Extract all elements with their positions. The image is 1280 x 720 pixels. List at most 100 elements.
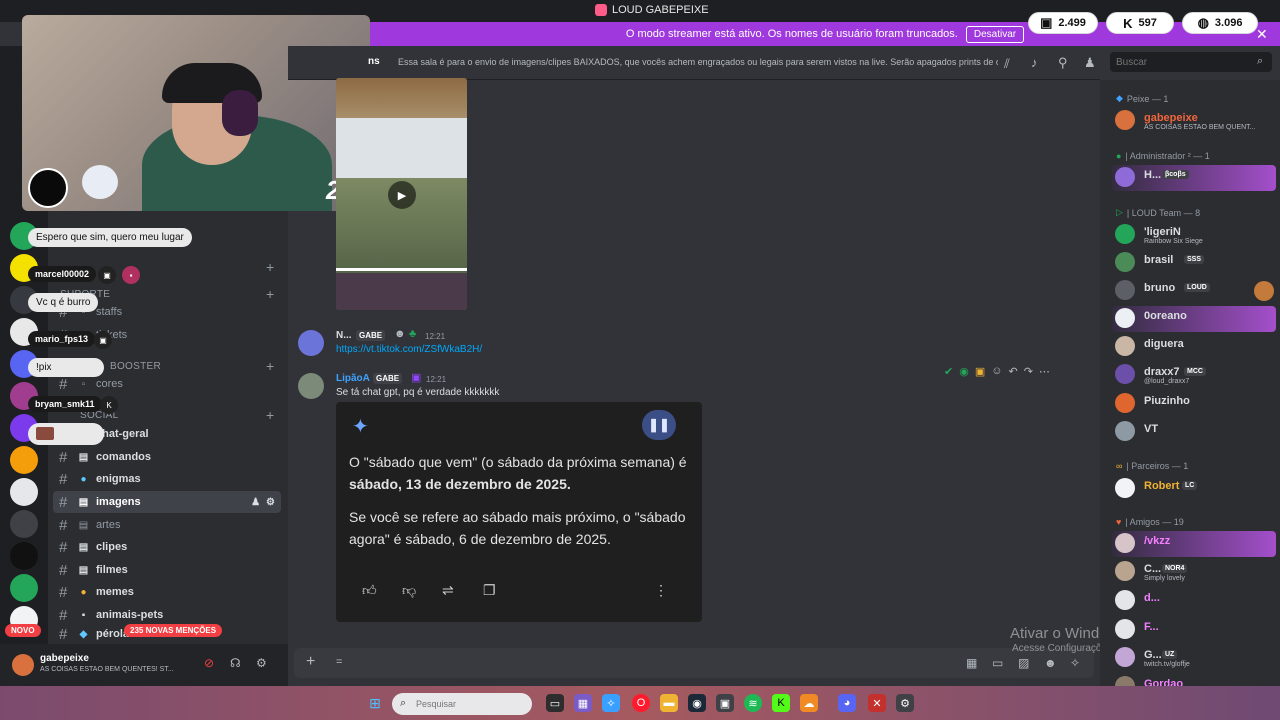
avatar[interactable] [298,373,324,399]
member-row[interactable]: Piuzinho [1112,391,1276,417]
app-icon[interactable]: ⚙ [896,694,914,712]
sticker-icon[interactable]: ▨ [1018,656,1029,670]
member-row[interactable]: brasil SSS [1112,250,1276,276]
channel-memes[interactable]: # ● memes [53,581,281,603]
member-row[interactable]: gabepeixe AS COISAS ESTAO BEM QUENT... [1112,108,1276,134]
overlay-chat-username: bryam_smk11 [28,396,102,412]
avatar [1115,421,1135,441]
threads-icon[interactable]: ⫽ [1004,56,1010,72]
channel-artes[interactable]: # ▤ artes [53,514,281,536]
add-channel-icon[interactable]: + [266,259,274,275]
bell-icon[interactable]: ♪ [1031,55,1038,70]
close-icon[interactable]: ✕ [1256,26,1268,43]
folder-icon[interactable]: ▬ [660,694,678,712]
member-row[interactable]: /vkzz [1112,531,1276,557]
avatar[interactable] [12,654,34,676]
add-reaction-icon[interactable]: ☺ [991,365,1002,377]
hash-icon: # [59,538,68,556]
channel-emoji-icon: ▤ [78,541,89,553]
opera-icon[interactable]: O [632,694,650,712]
steam-icon[interactable]: ◉ [688,694,706,712]
friends-icon: ♥ [1116,517,1122,527]
channel-enigmas[interactable]: # ● enigmas [53,468,281,490]
play-icon[interactable]: ▶ [388,181,416,209]
reaction-icon[interactable]: ▣ [975,365,985,378]
taskbar-search-input[interactable] [392,693,532,715]
search-input[interactable] [1110,52,1272,72]
reaction-icon[interactable]: ◉ [959,365,969,378]
windows-start-icon[interactable]: ⊞ [366,694,384,712]
member-row[interactable]: G... UZ twitch.tv/gloffje [1112,645,1276,671]
thumbs-down-icon: 👎︎ [402,582,417,598]
member-row[interactable]: Gordao [1112,674,1276,686]
cloud-app-icon[interactable]: ☁ [800,694,818,712]
more-icon[interactable]: ⋯ [1039,365,1050,378]
add-channel-icon[interactable]: + [266,286,274,302]
channel-imagens[interactable]: # ▤ imagens ♟ ⚙ [53,491,281,513]
discord-icon[interactable]: ◕ [838,694,856,712]
avatar [1115,167,1135,187]
channel-clipes[interactable]: # ▤ clipes [53,536,281,558]
check-reaction-icon[interactable]: ✔ [944,365,953,378]
category-booster[interactable]: BOOSTER [110,361,161,372]
app-icon[interactable]: ▣ [716,694,734,712]
gear-icon[interactable]: ⚙ [266,497,275,508]
user-name[interactable]: gabepeixe [40,653,89,664]
server-icon[interactable] [10,478,38,506]
gear-icon[interactable]: ⚙ [256,656,267,670]
channel-animais-pets[interactable]: # ▪ animais-pets [53,604,281,626]
add-channel-icon[interactable]: + [266,358,274,374]
server-icon[interactable] [10,574,38,602]
member-row[interactable]: Robert LC [1112,476,1276,502]
member-row[interactable]: F... [1112,617,1276,643]
avatar[interactable] [298,330,324,356]
pin-icon[interactable]: ⚲ [1058,55,1068,71]
member-row[interactable]: C... NOR4 Simply lovely [1112,559,1276,585]
member-row[interactable]: d... [1112,588,1276,614]
message-author[interactable]: N... [336,330,352,341]
mute-mic-icon[interactable]: ⊘ [204,656,214,670]
channel-comandos[interactable]: # ▤ comandos [53,446,281,468]
spotify-icon[interactable]: ≋ [744,694,762,712]
headphones-icon[interactable]: ☊ [230,656,241,670]
member-row[interactable]: 'ligeriN Rainbow Six Siege [1112,222,1276,248]
server-icon[interactable] [10,510,38,538]
apps-icon[interactable]: ✧ [1070,656,1080,670]
channel-topic[interactable]: Essa sala é para o envio de imagens/clip… [398,57,998,67]
mentions-badge[interactable]: 235 NOVAS MENÇÕES [124,624,223,637]
emoji-icon[interactable]: ☻ [1044,656,1057,670]
twitch-icon: ▣ [94,331,112,349]
member-row[interactable]: 0oreano [1112,306,1276,332]
channel-emoji-icon: ◆ [79,628,88,640]
member-row[interactable]: diguera [1112,334,1276,360]
gift-icon[interactable]: ▦ [966,656,977,670]
add-channel-icon[interactable]: + [266,407,274,423]
members-icon[interactable]: ♟ [1084,55,1096,71]
forward-icon[interactable]: ↷ [1024,365,1033,378]
server-icon[interactable] [10,542,38,570]
kick-icon[interactable]: K [772,694,790,712]
app-icon[interactable]: ✕ [868,694,886,712]
add-member-icon[interactable]: ♟ [251,497,260,508]
member-row[interactable]: draxx7 MCC @loud_draxx7 [1112,362,1276,388]
hash-icon: # [59,470,68,488]
disable-streamer-mode-button[interactable]: Desativar [965,25,1025,43]
copilot-icon[interactable]: ✧ [602,694,620,712]
activity-icon [1254,281,1274,301]
task-view-icon[interactable]: ▭ [546,694,564,712]
member-row[interactable]: H... βcoβs [1112,165,1276,191]
twitch-icon: ▣ [1040,15,1053,30]
hash-icon: # [59,516,68,534]
gif-icon[interactable]: ▭ [992,656,1003,670]
member-row[interactable]: bruno LOUD [1112,278,1276,304]
server-icon[interactable] [10,446,38,474]
plus-icon[interactable]: + [306,653,315,671]
member-row[interactable]: VT [1112,419,1276,445]
banner-text: O modo streamer está ativo. Os nomes de … [625,28,958,40]
new-badge[interactable]: NOVO [5,624,41,637]
widgets-icon[interactable]: ▦ [574,694,592,712]
tiktok-link[interactable]: https://vt.tiktok.com/ZSfWkaB2H/ [336,344,482,355]
message-author[interactable]: LipãoA [336,373,370,384]
reply-icon[interactable]: ↶ [1008,365,1017,378]
channel-filmes[interactable]: # ▤ filmes [53,559,281,581]
